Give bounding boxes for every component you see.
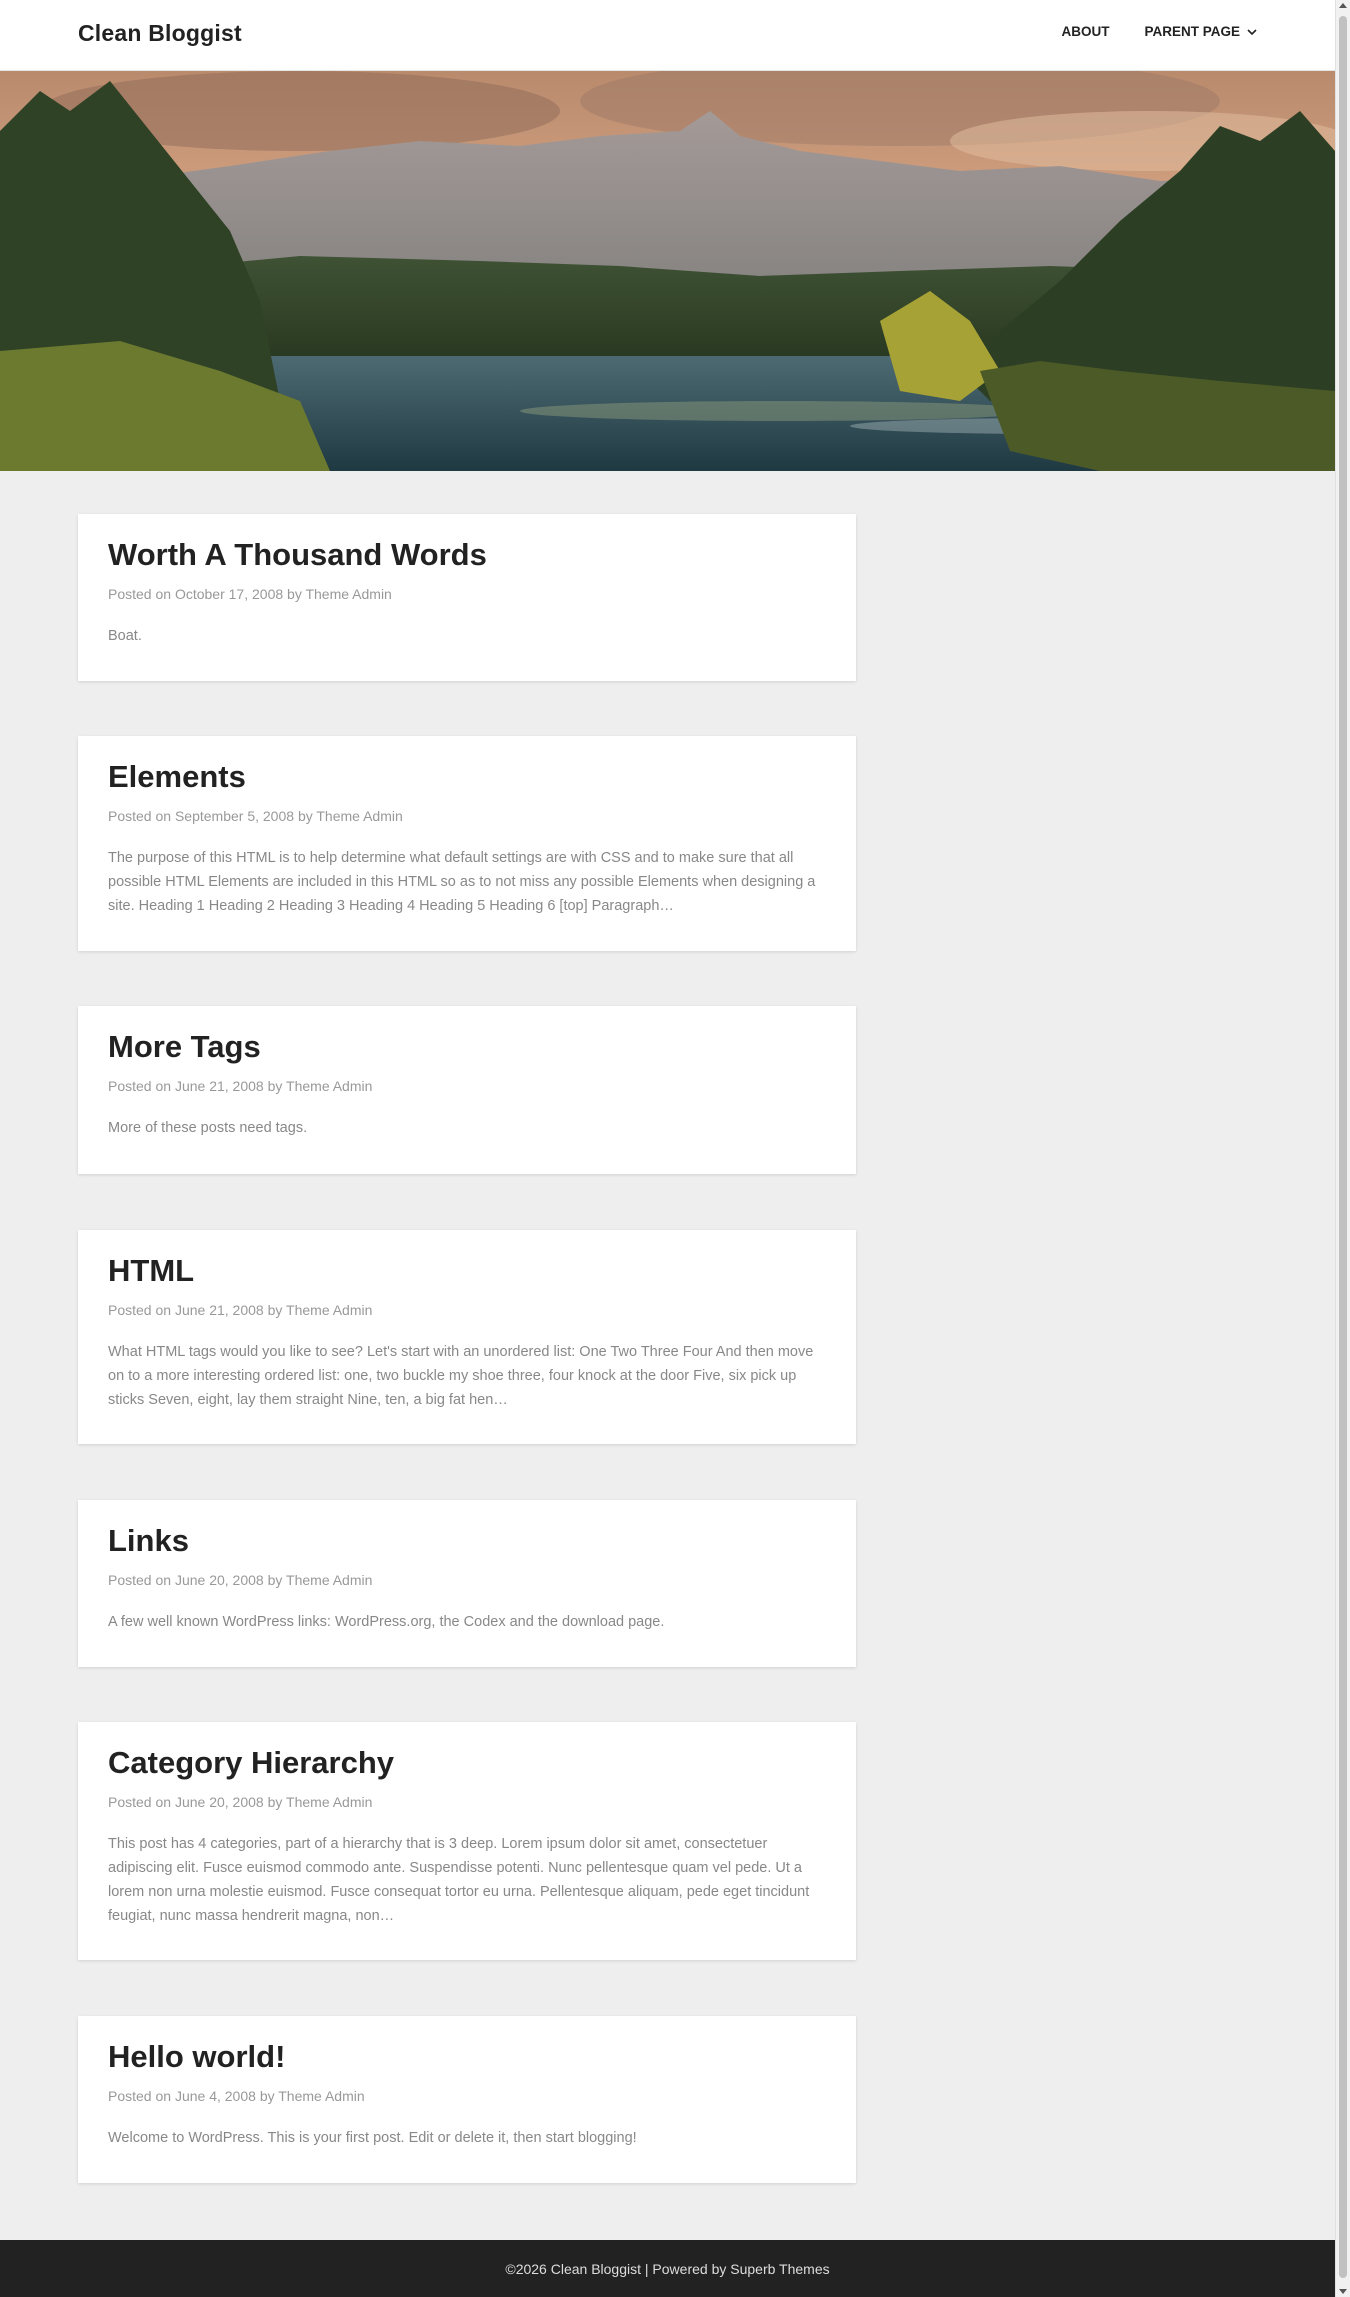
chevron-down-icon — [1247, 28, 1257, 35]
footer-separator: | — [641, 2260, 653, 2277]
by-label: by — [287, 586, 302, 602]
site-header: Clean Bloggist ABOUT PARENT PAGE — [0, 0, 1335, 71]
nav-item-about-label: ABOUT — [1061, 24, 1110, 39]
post-date-link[interactable]: June 4, 2008 — [175, 2088, 256, 2104]
post-title-link[interactable]: Hello world! — [108, 2038, 826, 2076]
post-meta: Posted on September 5, 2008 by Theme Adm… — [108, 806, 826, 826]
post-date-link[interactable]: October 17, 2008 — [175, 586, 283, 602]
scroll-thumb[interactable] — [1339, 16, 1347, 2278]
post-date-link[interactable]: June 21, 2008 — [175, 1078, 264, 1094]
post-date-link[interactable]: June 21, 2008 — [175, 1302, 264, 1318]
post-card: HTML Posted on June 21, 2008 by Theme Ad… — [78, 1230, 856, 1444]
post-author-link[interactable]: Theme Admin — [316, 808, 402, 824]
post-author-link[interactable]: Theme Admin — [286, 1794, 372, 1810]
post-card: Hello world! Posted on June 4, 2008 by T… — [78, 2016, 856, 2183]
post-card: Elements Posted on September 5, 2008 by … — [78, 736, 856, 951]
post-excerpt: More of these posts need tags. — [108, 1120, 308, 1136]
nav-item-parent-page[interactable]: PARENT PAGE — [1144, 24, 1258, 39]
post-meta: Posted on June 4, 2008 by Theme Admin — [108, 2086, 826, 2106]
post-card: Worth A Thousand Words Posted on October… — [78, 514, 856, 681]
site-title-link[interactable]: Clean Bloggist — [78, 20, 242, 47]
site-footer: ©2026 Clean Bloggist | Powered by Superb… — [0, 2240, 1335, 2297]
post-excerpt: Boat. — [108, 628, 142, 644]
hero-image — [0, 71, 1335, 471]
scroll-down-arrow-icon[interactable] — [1339, 2289, 1347, 2294]
post-date-link[interactable]: June 20, 2008 — [175, 1794, 264, 1810]
posted-on-label: Posted on — [108, 1302, 172, 1318]
nav-item-parent-page-label: PARENT PAGE — [1144, 24, 1240, 39]
post-meta: Posted on October 17, 2008 by Theme Admi… — [108, 584, 826, 604]
by-label: by — [267, 1078, 283, 1094]
post-meta: Posted on June 21, 2008 by Theme Admin — [108, 1076, 826, 1096]
post-title-link[interactable]: Category Hierarchy — [108, 1744, 826, 1782]
footer-copyright: ©2026 Clean Bloggist — [505, 2260, 641, 2277]
main-navigation: ABOUT PARENT PAGE — [1061, 24, 1258, 39]
posted-on-label: Posted on — [108, 1572, 172, 1588]
posted-on-label: Posted on — [108, 808, 172, 824]
scroll-up-arrow-icon[interactable] — [1339, 3, 1347, 8]
posted-on-label: Posted on — [108, 1794, 172, 1810]
posted-on-label: Posted on — [108, 586, 172, 602]
by-label: by — [297, 808, 313, 824]
posted-on-label: Posted on — [108, 2088, 172, 2104]
post-meta: Posted on June 20, 2008 by Theme Admin — [108, 1570, 826, 1590]
post-author-link[interactable]: Theme Admin — [286, 1302, 372, 1318]
vertical-scrollbar[interactable] — [1335, 0, 1350, 2297]
by-label: by — [259, 2088, 275, 2104]
post-card: More Tags Posted on June 21, 2008 by The… — [78, 1006, 856, 1174]
post-excerpt: This post has 4 categories, part of a hi… — [108, 1836, 810, 1924]
post-author-link[interactable]: Theme Admin — [286, 1078, 372, 1094]
post-author-link[interactable]: Theme Admin — [286, 1572, 372, 1588]
post-meta: Posted on June 20, 2008 by Theme Admin — [108, 1792, 826, 1812]
post-card: Links Posted on June 20, 2008 by Theme A… — [78, 1500, 856, 1667]
post-excerpt: What HTML tags would you like to see? Le… — [108, 1344, 814, 1408]
post-excerpt: A few well known WordPress links: WordPr… — [108, 1614, 665, 1630]
posted-on-label: Posted on — [108, 1078, 172, 1094]
post-title-link[interactable]: Elements — [108, 758, 826, 796]
post-title-link[interactable]: Worth A Thousand Words — [108, 536, 826, 574]
post-author-link[interactable]: Theme Admin — [305, 586, 391, 602]
post-title-link[interactable]: More Tags — [108, 1028, 826, 1066]
post-title-link[interactable]: Links — [108, 1522, 826, 1560]
by-label: by — [267, 1302, 283, 1318]
by-label: by — [267, 1794, 283, 1810]
post-date-link[interactable]: June 20, 2008 — [175, 1572, 264, 1588]
post-author-link[interactable]: Theme Admin — [278, 2088, 364, 2104]
nav-item-about[interactable]: ABOUT — [1061, 24, 1109, 39]
footer-powered-by: Powered by — [652, 2260, 727, 2277]
mountain-lake-landscape-image — [0, 71, 1335, 471]
post-excerpt: Welcome to WordPress. This is your first… — [108, 2130, 637, 2146]
post-card: Category Hierarchy Posted on June 20, 20… — [78, 1722, 856, 1960]
footer-theme-link[interactable]: Superb Themes — [730, 2261, 829, 2277]
page: Clean Bloggist ABOUT PARENT PAGE Worth A… — [0, 0, 1335, 2297]
post-meta: Posted on June 21, 2008 by Theme Admin — [108, 1300, 826, 1320]
post-title-link[interactable]: HTML — [108, 1252, 826, 1290]
post-excerpt: The purpose of this HTML is to help dete… — [108, 850, 816, 914]
post-date-link[interactable]: September 5, 2008 — [175, 808, 294, 824]
by-label: by — [267, 1572, 283, 1588]
